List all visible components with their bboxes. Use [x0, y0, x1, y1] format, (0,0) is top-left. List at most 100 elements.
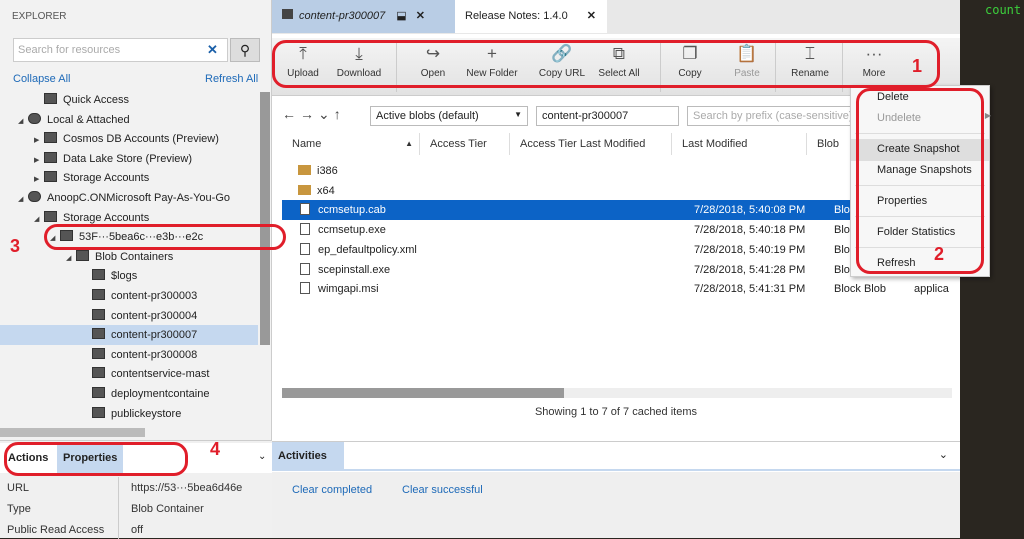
annotation-outline-2: [856, 88, 984, 274]
refresh-all-link[interactable]: Refresh All: [205, 73, 258, 85]
expand-toggle-icon[interactable]: ◢: [18, 112, 28, 130]
tree-scrollbar[interactable]: [260, 92, 270, 345]
column-header[interactable]: Name ▲: [282, 133, 420, 155]
tree-item[interactable]: content-pr300008: [0, 345, 258, 365]
pin-icon[interactable]: ⬓: [396, 10, 406, 22]
tree-item[interactable]: content-pr300007: [0, 325, 258, 346]
tree-item-label: content-pr300003: [111, 290, 198, 302]
tree-item-label: Storage Accounts: [63, 211, 150, 224]
sort-ascending-icon: ▲: [405, 139, 413, 148]
tab-content-pr300007[interactable]: content-pr300007 ⬓ ✕: [272, 0, 455, 33]
expand-toggle-icon[interactable]: ◢: [18, 190, 28, 208]
activities-header: Activities ⌄: [272, 441, 960, 471]
resource-icon: [44, 151, 57, 163]
tree-item[interactable]: ◢ AnoopC.ONMicrosoft Pay-As-You-Go: [0, 188, 258, 208]
resource-icon: [92, 289, 105, 300]
tree-item[interactable]: ▶ Data Lake Store (Preview): [0, 149, 258, 169]
resource-icon: [92, 269, 105, 281]
table-row[interactable]: wimgapi.msi 7/28/2018, 5:41:31 PM Block Bl…: [282, 279, 952, 299]
prefix-search-input[interactable]: Search by prefix (case-sensitive): [687, 106, 852, 126]
tree-item-label: content-pr300004: [111, 309, 198, 322]
annotation-number-3: 3: [10, 236, 21, 256]
tree-item-label: contentservice-mast: [111, 368, 210, 381]
status-text: Showing 1 to 7 of 7 cached items: [534, 406, 698, 418]
property-value: Blob Container: [131, 503, 204, 515]
property-value: https://53···5bea6d46e: [131, 482, 243, 494]
horizontal-scrollbar[interactable]: [282, 388, 952, 398]
clear-completed-link[interactable]: Clear completed: [292, 484, 372, 496]
annotation-outline-1: [272, 40, 940, 88]
search-input[interactable]: Search for resources: [13, 38, 228, 62]
tab-activities[interactable]: Activities: [272, 442, 344, 470]
background-terminal-text: count: [985, 3, 1022, 17]
property-name: URL: [7, 482, 30, 494]
tree-item[interactable]: content-pr300004: [0, 306, 258, 326]
tree-item[interactable]: content-pr300003: [0, 286, 258, 306]
property-name: Public Read Access: [7, 524, 105, 536]
resource-icon: [44, 132, 57, 144]
resource-icon: [76, 249, 89, 261]
activities-panel: Clear completed Clear successful: [272, 472, 960, 538]
expand-toggle-icon[interactable]: ▶: [34, 131, 44, 149]
tree-item-label: Cosmos DB Accounts (Preview): [63, 133, 219, 146]
resource-icon: [92, 308, 105, 320]
resource-icon: [28, 191, 41, 202]
collapse-all-link[interactable]: Collapse All: [13, 73, 70, 85]
file-icon: [300, 223, 310, 236]
search-icon[interactable]: ⚲: [230, 38, 260, 62]
tree-item-label: content-pr300008: [111, 348, 198, 361]
tree-item[interactable]: contentservice-mast: [0, 364, 258, 384]
clear-search-icon[interactable]: ✕: [207, 42, 218, 58]
tree-item-label: Quick Access: [63, 94, 130, 106]
column-header[interactable]: Access Tier: [420, 133, 510, 155]
tab-release-notes[interactable]: Release Notes: 1.4.0 ✕: [455, 0, 607, 33]
tree-item[interactable]: ◢ Local & Attached: [0, 110, 258, 130]
resource-icon: [44, 93, 57, 104]
resource-icon: [92, 328, 105, 340]
resource-icon: [28, 112, 41, 124]
tree-item-label: Storage Accounts: [63, 172, 150, 185]
column-header[interactable]: Last Modified: [672, 133, 807, 155]
tree-item-label: publickeystore: [111, 407, 182, 420]
expand-toggle-icon[interactable]: ◢: [66, 249, 76, 267]
tree-horizontal-scrollbar[interactable]: [0, 428, 145, 437]
container-icon: [282, 9, 293, 19]
property-value: off: [131, 524, 144, 536]
tree-item[interactable]: publickeystore: [0, 404, 258, 424]
property-name: Type: [7, 503, 31, 515]
tree-item-label: Data Lake Store (Preview): [63, 152, 192, 165]
file-icon: [300, 282, 310, 295]
tree-item[interactable]: ▶ Storage Accounts: [0, 168, 258, 188]
annotation-number-4: 4: [210, 439, 221, 459]
chevron-down-icon[interactable]: ⌄: [258, 451, 266, 462]
path-input[interactable]: content-pr300007: [536, 106, 679, 126]
annotation-number-2: 2: [934, 244, 945, 264]
submenu-arrow-icon: ▶: [984, 111, 991, 120]
annotation-number-1: 1: [912, 56, 923, 76]
close-icon[interactable]: ✕: [587, 10, 596, 22]
tab-bar: content-pr300007 ⬓ ✕ Release Notes: 1.4.…: [272, 0, 960, 34]
tree-item[interactable]: ▶ Cosmos DB Accounts (Preview): [0, 129, 258, 149]
resource-icon: [92, 367, 105, 379]
file-icon: [300, 203, 310, 216]
expand-toggle-icon[interactable]: ◢: [34, 210, 44, 228]
resource-icon: [92, 406, 105, 418]
tree-item[interactable]: Quick Access: [0, 90, 258, 110]
close-icon[interactable]: ✕: [416, 10, 425, 22]
view-select[interactable]: Active blobs (default) ▼: [370, 106, 528, 126]
tree-item-label: $logs: [111, 270, 138, 283]
expand-toggle-icon[interactable]: ▶: [34, 170, 44, 188]
tree-item[interactable]: deploymentcontaine: [0, 384, 258, 404]
tree-item-label: deploymentcontaine: [111, 388, 210, 400]
annotation-outline-4: [4, 442, 188, 476]
chevron-down-icon[interactable]: ⌄: [939, 448, 948, 461]
file-icon: [300, 262, 310, 275]
folder-icon: [298, 165, 311, 175]
navigation-arrows[interactable]: ←→⌄↑: [282, 106, 345, 123]
expand-toggle-icon[interactable]: ▶: [34, 151, 44, 169]
clear-successful-link[interactable]: Clear successful: [402, 484, 483, 496]
tree-item[interactable]: $logs: [0, 266, 258, 286]
file-icon: [300, 242, 310, 255]
explorer-title: EXPLORER: [12, 11, 67, 22]
column-header[interactable]: Access Tier Last Modified: [510, 133, 672, 155]
